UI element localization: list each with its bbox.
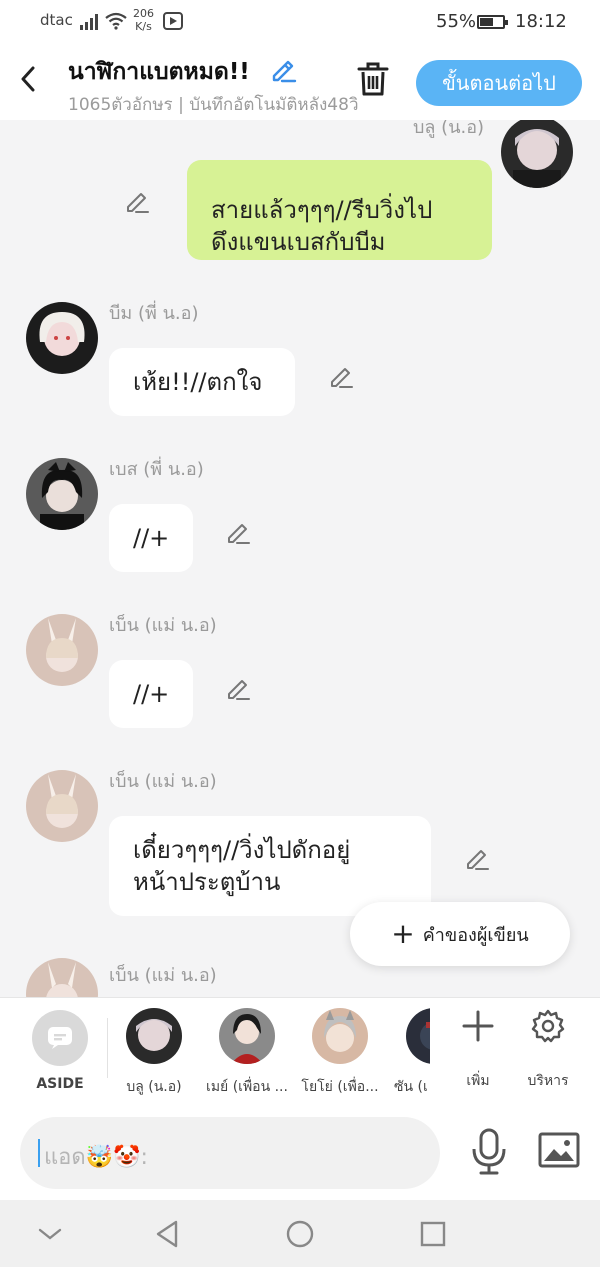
sender-name: บลู (น.อ) <box>413 120 485 138</box>
character-item[interactable]: โยโย่ (เพื่อ... <box>297 1008 383 1098</box>
message-text: //+ <box>133 524 170 552</box>
message-text: สายแล้วๆๆๆ//รีบวิ่งไป ดึงแขนเบสกับบีม <box>211 196 433 256</box>
pencil-icon[interactable] <box>327 362 355 390</box>
battery-icon <box>477 15 508 29</box>
back-button[interactable] <box>14 62 42 96</box>
nav-back-icon[interactable] <box>150 1216 186 1252</box>
character-label: บลู (น.อ) <box>126 1079 182 1095</box>
sender-name: เบ็น (แม่ น.อ) <box>109 965 217 986</box>
add-character-button[interactable]: เพิ่ม <box>448 1008 508 1092</box>
message-text: เห้ย!!//ตกใจ <box>133 368 263 396</box>
message-item: บีม (พี่ น.อ) เห้ย!!//ตกใจ <box>0 302 600 422</box>
avatar <box>126 1008 182 1064</box>
message-input[interactable]: แอด🤯🤡: <box>20 1117 440 1189</box>
author-note-label: คำของผู้เขียน <box>422 924 529 946</box>
avatar <box>26 302 98 374</box>
pencil-icon[interactable] <box>224 518 252 546</box>
plus-icon <box>462 1010 494 1042</box>
avatar <box>26 614 98 686</box>
message-text: เดี๋ยวๆๆๆ//วิ่งไปดักอยู่ หน้าประตูบ้าน <box>133 836 351 896</box>
avatar <box>26 958 98 997</box>
character-label: ซัน (เ <box>394 1079 428 1095</box>
message-bubble[interactable]: เห้ย!!//ตกใจ <box>109 348 295 416</box>
story-title[interactable]: นาฬิกาแบตหมด!! <box>68 54 250 90</box>
aside-button[interactable] <box>32 1010 88 1066</box>
character-item[interactable]: ซัน (เ <box>390 1008 430 1098</box>
sender-name: เบ็น (แม่ น.อ) <box>109 615 217 636</box>
message-item: เบส (พี่ น.อ) //+ <box>0 458 600 578</box>
author-note-button[interactable]: + คำของผู้เขียน <box>350 902 570 966</box>
avatar <box>406 1008 430 1064</box>
system-nav-bar <box>0 1200 600 1267</box>
character-label: เมย์ (เพื่อน ... <box>206 1079 288 1095</box>
pencil-icon[interactable] <box>123 187 151 215</box>
avatar <box>26 770 98 842</box>
media-notification-icon <box>163 12 183 30</box>
nav-recents-icon[interactable] <box>415 1216 451 1252</box>
wifi-icon <box>105 12 127 30</box>
avatar <box>312 1008 368 1064</box>
character-item[interactable]: บลู (น.อ) <box>111 1008 197 1098</box>
text-caret <box>38 1139 40 1167</box>
divider <box>107 1018 108 1078</box>
chevron-left-icon <box>21 66 35 92</box>
net-speed: 206 K/s <box>133 7 154 33</box>
pencil-icon[interactable] <box>224 674 252 702</box>
editor-header: นาฬิกาแบตหมด!! 1065ตัวอักษร | บันทึกอัตโ… <box>0 44 600 120</box>
trash-icon[interactable] <box>355 60 391 98</box>
manage-label: บริหาร <box>527 1073 569 1089</box>
input-placeholder: แอด🤯🤡: <box>44 1145 148 1170</box>
chat-area[interactable]: บลู (น.อ) สายแล้วๆๆๆ//รีบวิ่งไป ดึงแขนเบ… <box>0 120 600 997</box>
next-step-button[interactable]: ขั้นตอนต่อไป <box>416 60 582 106</box>
story-meta: 1065ตัวอักษร | บันทึกอัตโนมัติหลัง48วิ <box>68 95 359 115</box>
manage-characters-button[interactable]: บริหาร <box>518 1008 578 1092</box>
plus-icon: + <box>391 917 415 950</box>
clock: 18:12 <box>515 11 567 32</box>
nav-home-icon[interactable] <box>282 1216 318 1252</box>
character-label: โยโย่ (เพื่อ... <box>301 1079 379 1095</box>
message-bubble[interactable]: //+ <box>109 504 193 572</box>
message-text: //+ <box>133 680 170 708</box>
add-label: เพิ่ม <box>466 1073 490 1089</box>
character-item[interactable]: เมย์ (เพื่อน ... <box>204 1008 290 1098</box>
carrier-label: dtac <box>40 11 73 29</box>
sender-name: บีม (พี่ น.อ) <box>109 303 199 324</box>
input-bar: แอด🤯🤡: <box>0 1105 600 1200</box>
message-item: บลู (น.อ) สายแล้วๆๆๆ//รีบวิ่งไป ดึงแขนเบ… <box>0 120 600 270</box>
character-bar: ASIDE บลู (น.อ) เมย์ (เพื่อน ... โยโย่ (… <box>0 997 600 1105</box>
message-square-icon <box>48 1027 72 1049</box>
battery-percent: 55% <box>436 11 477 32</box>
message-item: เบ็น (แม่ น.อ) //+ <box>0 614 600 734</box>
image-icon[interactable] <box>538 1131 580 1169</box>
gear-icon <box>531 1009 565 1043</box>
sender-name: เบ็น (แม่ น.อ) <box>109 771 217 792</box>
sender-name: เบส (พี่ น.อ) <box>109 459 204 480</box>
avatar <box>501 120 573 188</box>
signal-icon <box>80 14 100 30</box>
message-bubble[interactable]: สายแล้วๆๆๆ//รีบวิ่งไป ดึงแขนเบสกับบีม <box>187 160 492 260</box>
pencil-icon[interactable] <box>463 844 491 872</box>
message-bubble[interactable]: //+ <box>109 660 193 728</box>
chevron-down-icon[interactable] <box>32 1216 68 1252</box>
microphone-icon[interactable] <box>470 1127 508 1177</box>
aside-label: ASIDE <box>36 1076 84 1092</box>
status-bar: dtac 206 K/s 55% 18:12 <box>0 0 600 44</box>
message-bubble[interactable]: เดี๋ยวๆๆๆ//วิ่งไปดักอยู่ หน้าประตูบ้าน <box>109 816 431 916</box>
avatar <box>26 458 98 530</box>
pencil-icon[interactable] <box>268 54 298 84</box>
avatar <box>219 1008 275 1064</box>
